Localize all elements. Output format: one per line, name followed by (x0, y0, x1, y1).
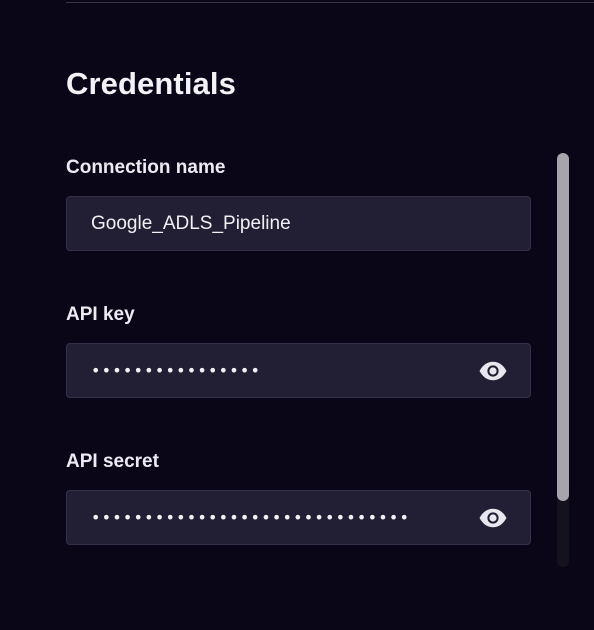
api-secret-input[interactable] (67, 491, 530, 544)
eye-icon (479, 508, 507, 527)
eye-icon (479, 361, 507, 380)
api-key-field-box (66, 343, 531, 398)
scrollbar-thumb[interactable] (557, 153, 569, 501)
api-key-reveal-button[interactable] (478, 361, 508, 381)
credentials-panel: Credentials Connection name API key API … (0, 0, 594, 630)
section-title: Credentials (66, 66, 236, 101)
api-secret-label: API secret (66, 451, 159, 472)
connection-name-label: Connection name (66, 157, 226, 178)
scrollbar-track[interactable] (557, 153, 569, 567)
api-secret-field-box (66, 490, 531, 545)
api-key-input[interactable] (67, 344, 530, 397)
connection-name-field-box (66, 196, 531, 251)
top-divider (66, 2, 594, 3)
api-secret-reveal-button[interactable] (478, 508, 508, 528)
api-key-label: API key (66, 304, 135, 325)
connection-name-input[interactable] (67, 197, 530, 250)
